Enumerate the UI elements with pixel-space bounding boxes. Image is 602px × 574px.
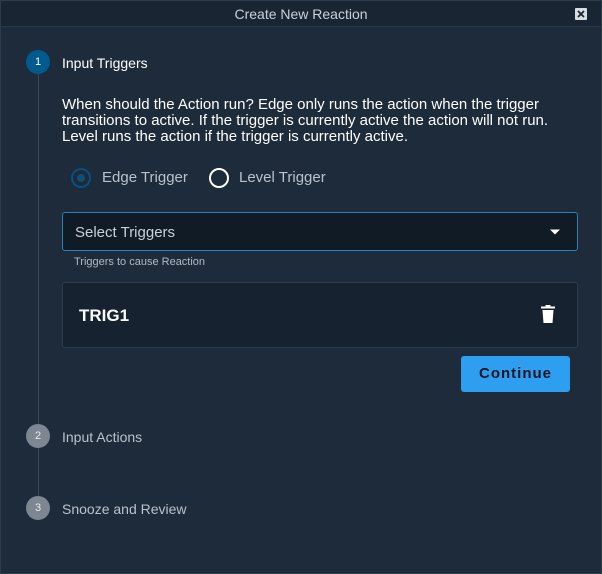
step-connector-1 bbox=[38, 74, 39, 424]
step-connector-2 bbox=[38, 448, 39, 496]
level-trigger-radio[interactable] bbox=[209, 168, 229, 188]
titlebar: Create New Reaction bbox=[1, 1, 601, 27]
step-1-indicator: 1 bbox=[26, 50, 50, 74]
step-1-label[interactable]: Input Triggers bbox=[62, 55, 148, 71]
trigger-name: TRIG1 bbox=[79, 306, 130, 325]
select-triggers-hint: Triggers to cause Reaction bbox=[74, 256, 206, 268]
level-trigger-label[interactable]: Level Trigger bbox=[239, 169, 326, 186]
close-icon bbox=[577, 10, 585, 18]
continue-button[interactable]: Continue bbox=[461, 356, 570, 392]
create-reaction-dialog: Create New Reaction 1 Input Triggers Whe… bbox=[0, 0, 602, 574]
edge-trigger-radio[interactable] bbox=[71, 168, 91, 188]
trigger-mode-description: When should the Action run? Edge only ru… bbox=[62, 96, 549, 145]
select-triggers-dropdown[interactable]: Select Triggers bbox=[62, 212, 578, 251]
step-2-indicator: 2 bbox=[26, 424, 50, 448]
dialog-title: Create New Reaction bbox=[234, 6, 368, 22]
caret-down-icon bbox=[550, 229, 560, 235]
edge-trigger-label[interactable]: Edge Trigger bbox=[102, 169, 188, 186]
close-button[interactable] bbox=[575, 8, 587, 20]
trigger-item: TRIG1 bbox=[62, 282, 578, 348]
step-2-label[interactable]: Input Actions bbox=[62, 429, 142, 445]
select-triggers-placeholder: Select Triggers bbox=[75, 224, 176, 241]
trash-icon[interactable] bbox=[541, 305, 555, 323]
step-3-label[interactable]: Snooze and Review bbox=[62, 501, 187, 517]
step-3-indicator: 3 bbox=[26, 496, 50, 520]
